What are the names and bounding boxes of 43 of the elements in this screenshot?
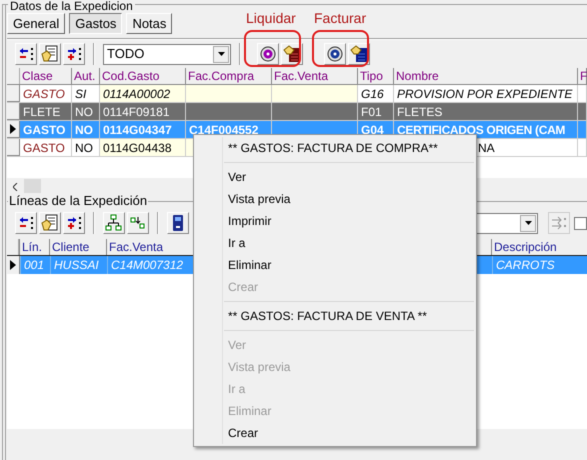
- table-cell: NO: [72, 121, 100, 138]
- menu-item[interactable]: Crear: [194, 422, 476, 444]
- group-title: Líneas de la Expedición: [8, 193, 148, 209]
- column-header[interactable]: F: [578, 68, 587, 84]
- menu-item[interactable]: Ver: [194, 166, 476, 188]
- column-header[interactable]: Clase: [20, 68, 72, 84]
- table-cell: C14M007312: [107, 256, 193, 274]
- tab[interactable]: General: [7, 13, 66, 34]
- tab[interactable]: Gastos: [69, 13, 122, 34]
- tab[interactable]: Notas: [126, 13, 172, 34]
- filter-dropdown[interactable]: TODO: [103, 44, 231, 64]
- table-cell: 0114G04347: [100, 121, 186, 138]
- table-cell: CARROTS: [492, 256, 587, 274]
- menu-item[interactable]: Ir a: [194, 232, 476, 254]
- column-header[interactable]: Fac.Venta: [272, 68, 358, 84]
- table-cell: NO: [72, 103, 100, 120]
- table-cell: 0114F09181: [100, 103, 186, 120]
- column-header[interactable]: Aut.: [72, 68, 100, 84]
- column-header[interactable]: Cliente: [49, 239, 106, 255]
- table-cell: 0114G04438: [100, 139, 186, 156]
- column-header[interactable]: Fac.Venta: [106, 239, 192, 255]
- table-cell: HUSSAI: [50, 256, 107, 274]
- column-header[interactable]: Nombre: [394, 68, 578, 84]
- table-cell: GASTO: [20, 121, 72, 138]
- table-cell: PROVISION POR EXPEDIENTE: [394, 85, 578, 102]
- table-cell: F01: [358, 103, 394, 120]
- annotation-label: Facturar: [314, 9, 366, 28]
- table-cell: 001: [20, 256, 50, 274]
- menu-item[interactable]: Vista previa: [194, 188, 476, 210]
- column-header[interactable]: Cod.Gasto: [100, 68, 186, 84]
- table-cell: 0114A00002: [100, 85, 186, 102]
- column-header[interactable]: Fac.Compra: [186, 68, 272, 84]
- table-cell: SI: [72, 85, 100, 102]
- column-header[interactable]: Lín.: [19, 239, 49, 255]
- column-header[interactable]: Descripción: [491, 239, 587, 255]
- table-cell: FLETE: [20, 103, 72, 120]
- menu-item[interactable]: Imprimir: [194, 210, 476, 232]
- menu-item[interactable]: Eliminar: [194, 254, 476, 276]
- group-title: Datos de la Expedicion: [8, 0, 135, 13]
- table-cell: FLETES: [394, 103, 578, 120]
- column-header[interactable]: Tipo: [358, 68, 394, 84]
- annotation-label: Liquidar: [246, 9, 296, 28]
- menu-header: ** GASTOS: FACTURA DE VENTA **: [227, 308, 428, 325]
